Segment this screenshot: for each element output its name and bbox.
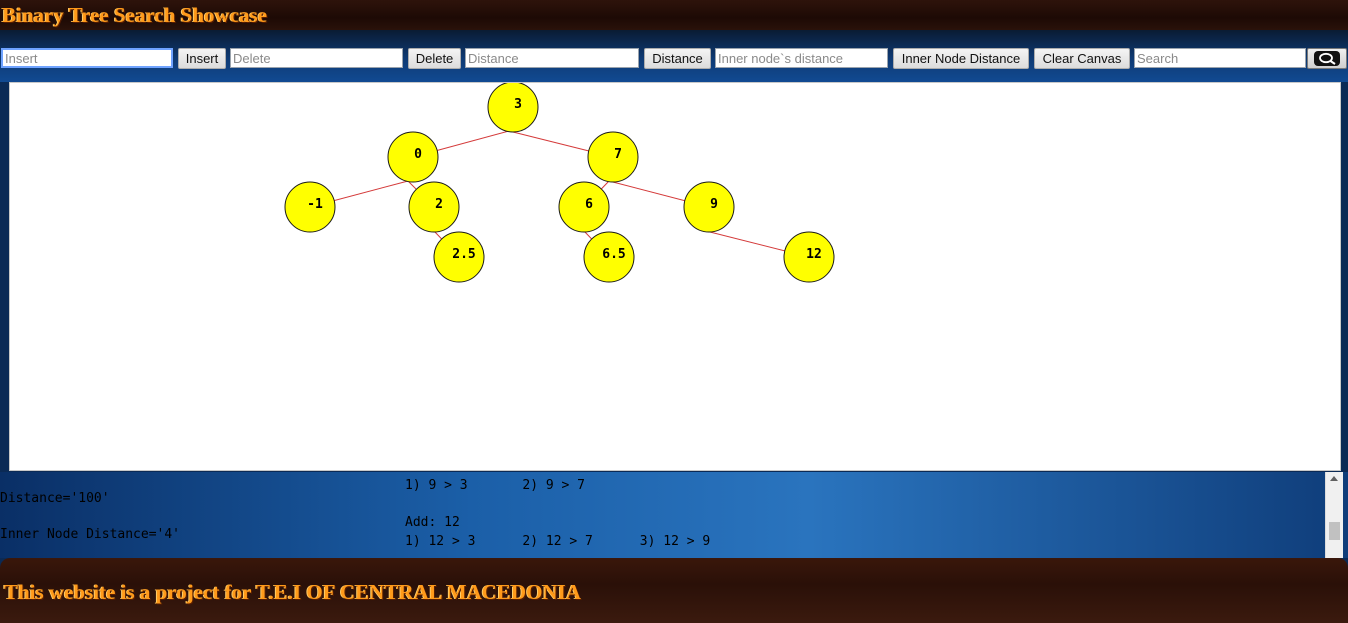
delete-button[interactable]: Delete (408, 48, 461, 69)
tree-node: 2 (408, 181, 460, 233)
scroll-up-arrow-icon[interactable] (1330, 476, 1338, 481)
tree-node: 0 (387, 131, 439, 183)
inner-node-distance-button[interactable]: Inner Node Distance (893, 48, 1029, 69)
tree-node-label: 12 (806, 247, 822, 262)
footer-text: This website is a project for T.E.I OF C… (4, 580, 581, 604)
inner-distance-readout: Inner Node Distance='4' (0, 527, 181, 542)
tree-node: 7 (587, 131, 639, 183)
log-line: 1) 12 > 3 2) 12 > 7 3) 12 > 9 (405, 534, 711, 549)
distance-input[interactable] (465, 48, 639, 68)
tree-node-circle (683, 181, 735, 233)
app-window: Binary Tree Search Showcase Insert Delet… (0, 0, 1348, 623)
delete-input[interactable] (230, 48, 403, 68)
tree-node-label: 9 (710, 197, 718, 212)
tree-node-label: 0 (414, 147, 422, 162)
tree-node-label: 2.5 (452, 247, 475, 262)
search-input[interactable] (1134, 48, 1306, 68)
tree-node: 6.5 (583, 231, 635, 283)
scroll-thumb[interactable] (1329, 522, 1340, 540)
stats-panel: Distance='100' Inner Node Distance='4' (0, 472, 405, 558)
clear-canvas-button[interactable]: Clear Canvas (1034, 48, 1130, 69)
tree-node-circle (558, 181, 610, 233)
tree-node-circle (408, 181, 460, 233)
distance-button[interactable]: Distance (644, 48, 711, 69)
search-button[interactable] (1307, 48, 1347, 69)
tree-canvas[interactable]: 3 0 7 -1 2 2.5 6 6.5 9 12 (9, 82, 1341, 471)
log-line: 1) 9 > 3 2) 9 > 7 (405, 478, 586, 493)
tree-node-label: 7 (614, 147, 622, 162)
tree-node-label: 6.5 (602, 247, 625, 262)
insert-button[interactable]: Insert (178, 48, 226, 69)
tree-node: 2.5 (433, 231, 485, 283)
tree-node: 6 (558, 181, 610, 233)
tree-node: 3 (487, 83, 539, 133)
log-line: Add: 12 (405, 515, 460, 530)
tree-node-circle (587, 131, 639, 183)
tree-node-label: -1 (307, 197, 323, 212)
distance-readout: Distance='100' (0, 491, 110, 506)
tree-node-label: 6 (585, 197, 593, 212)
tree-node-label: 2 (435, 197, 443, 212)
operation-log[interactable]: 1) 9 > 3 2) 9 > 7 Add: 12 1) 12 > 3 2) 1… (405, 472, 1325, 558)
tree-node: 12 (783, 231, 835, 283)
search-icon (1314, 51, 1340, 66)
tree-diagram: 3 0 7 -1 2 2.5 6 6.5 9 12 (284, 83, 835, 283)
header-bar: Binary Tree Search Showcase (0, 0, 1348, 30)
insert-input[interactable] (1, 48, 173, 68)
footer-bar: This website is a project for T.E.I OF C… (0, 558, 1348, 623)
site-title: Binary Tree Search Showcase (2, 3, 268, 27)
log-scrollbar[interactable] (1325, 472, 1343, 558)
toolbar: Insert Delete Distance Inner Node Distan… (0, 30, 1348, 82)
inner-distance-input[interactable] (715, 48, 888, 68)
output-panel: Distance='100' Inner Node Distance='4' 1… (0, 472, 1348, 558)
tree-node-label: 3 (514, 97, 522, 112)
tree-node-circle (487, 83, 539, 133)
tree-node-circle (387, 131, 439, 183)
tree-node: -1 (284, 181, 336, 233)
tree-node: 9 (683, 181, 735, 233)
